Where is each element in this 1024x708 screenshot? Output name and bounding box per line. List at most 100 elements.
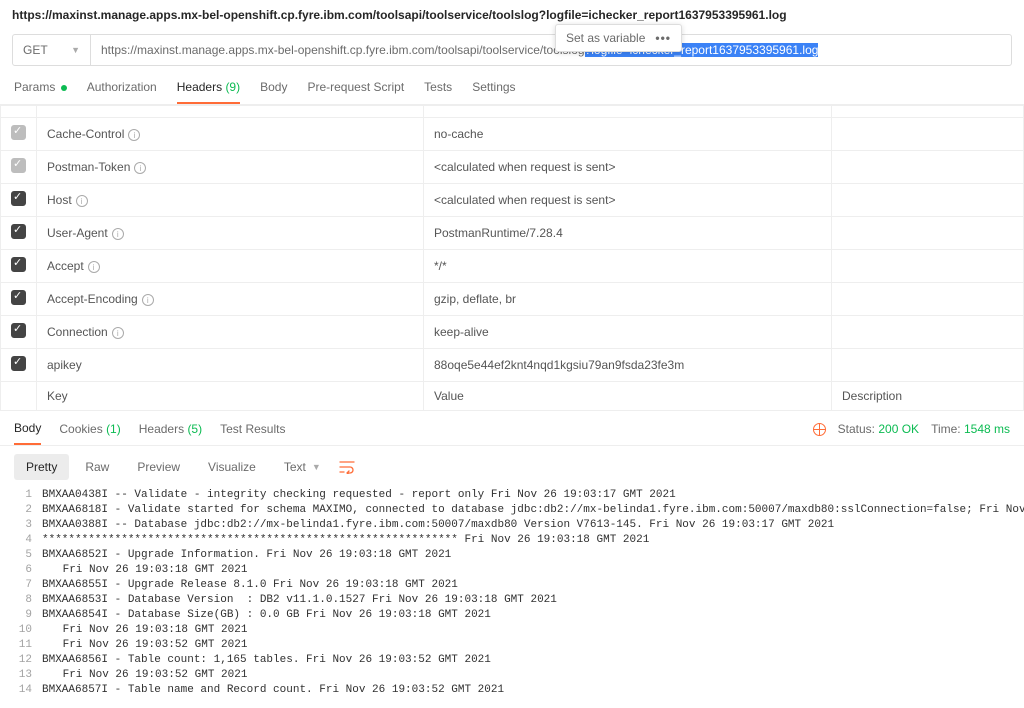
log-line: BMXAA0388I -- Database jdbc:db2://mx-bel… bbox=[42, 518, 1024, 533]
table-row: Postman-Tokeni<calculated when request i… bbox=[1, 151, 1024, 184]
response-tabs: Body Cookies (1) Headers (5) Test Result… bbox=[0, 411, 1024, 446]
tab-authorization[interactable]: Authorization bbox=[87, 80, 157, 104]
header-key-cell[interactable]: Postman-Tokeni bbox=[37, 151, 424, 184]
value-input[interactable]: Value bbox=[424, 382, 832, 411]
header-key-cell[interactable]: Accept-Encodingi bbox=[37, 283, 424, 316]
description-input[interactable]: Description bbox=[832, 382, 1024, 411]
header-desc-cell[interactable] bbox=[832, 250, 1024, 283]
checkbox[interactable] bbox=[11, 125, 26, 140]
header-value-cell[interactable]: keep-alive bbox=[424, 316, 832, 349]
header-key-cell[interactable]: Connectioni bbox=[37, 316, 424, 349]
header-desc-cell[interactable] bbox=[832, 349, 1024, 382]
table-row: Accept-Encodingigzip, deflate, br bbox=[1, 283, 1024, 316]
set-as-variable-link[interactable]: Set as variable bbox=[566, 31, 645, 45]
log-line: BMXAA6853I - Database Version : DB2 v11.… bbox=[42, 593, 1024, 608]
chevron-down-icon: ▼ bbox=[312, 462, 321, 472]
table-row: Cache-Controlino-cache bbox=[1, 118, 1024, 151]
checkbox[interactable] bbox=[11, 191, 26, 206]
checkbox[interactable] bbox=[11, 356, 26, 371]
headers-table: Cache-Controlino-cachePostman-Tokeni<cal… bbox=[0, 105, 1024, 411]
format-dropdown[interactable]: Text▼ bbox=[284, 460, 321, 474]
info-icon[interactable]: i bbox=[76, 195, 88, 207]
header-desc-cell[interactable] bbox=[832, 151, 1024, 184]
header-desc-cell[interactable] bbox=[832, 118, 1024, 151]
params-changed-dot-icon bbox=[61, 85, 67, 91]
log-line: BMXAA6854I - Database Size(GB) : 0.0 GB … bbox=[42, 608, 1024, 623]
tab-body[interactable]: Body bbox=[260, 80, 287, 104]
method-value: GET bbox=[23, 43, 48, 57]
tab-prerequest[interactable]: Pre-request Script bbox=[307, 80, 404, 104]
info-icon[interactable]: i bbox=[128, 129, 140, 141]
header-key-cell[interactable]: apikey bbox=[37, 349, 424, 382]
more-actions-icon[interactable]: ••• bbox=[655, 31, 671, 45]
header-key-cell[interactable]: User-Agenti bbox=[37, 217, 424, 250]
header-value-cell[interactable]: <calculated when request is sent> bbox=[424, 151, 832, 184]
view-preview[interactable]: Preview bbox=[125, 454, 192, 480]
resp-tab-testresults[interactable]: Test Results bbox=[220, 422, 285, 444]
header-desc-cell[interactable] bbox=[832, 184, 1024, 217]
log-line: Fri Nov 26 19:03:52 GMT 2021 bbox=[42, 668, 1024, 683]
log-line: BMXAA6852I - Upgrade Information. Fri No… bbox=[42, 548, 1024, 563]
log-line: Fri Nov 26 19:03:52 GMT 2021 bbox=[42, 638, 1024, 653]
log-line: ****************************************… bbox=[42, 533, 1024, 548]
checkbox[interactable] bbox=[11, 158, 26, 173]
tab-params[interactable]: Params bbox=[14, 80, 67, 104]
log-line: BMXAA6855I - Upgrade Release 8.1.0 Fri N… bbox=[42, 578, 1024, 593]
table-row-empty: KeyValueDescription bbox=[1, 382, 1024, 411]
tab-tests[interactable]: Tests bbox=[424, 80, 452, 104]
resp-tab-headers[interactable]: Headers (5) bbox=[139, 422, 202, 444]
page-url-label: https://maxinst.manage.apps.mx-bel-opens… bbox=[12, 8, 1012, 22]
header-value-cell[interactable]: */* bbox=[424, 250, 832, 283]
table-row: apikey88oqe5e44ef2knt4nqd1kgsiu79an9fsda… bbox=[1, 349, 1024, 382]
table-row: Accepti*/* bbox=[1, 250, 1024, 283]
resp-tab-cookies[interactable]: Cookies (1) bbox=[59, 422, 120, 444]
log-line: Fri Nov 26 19:03:18 GMT 2021 bbox=[42, 563, 1024, 578]
info-icon[interactable]: i bbox=[88, 261, 100, 273]
status-code: 200 OK bbox=[878, 422, 919, 436]
header-desc-cell[interactable] bbox=[832, 217, 1024, 250]
header-desc-cell[interactable] bbox=[832, 316, 1024, 349]
checkbox[interactable] bbox=[11, 323, 26, 338]
header-value-cell[interactable]: <calculated when request is sent> bbox=[424, 184, 832, 217]
info-icon[interactable]: i bbox=[134, 162, 146, 174]
checkbox[interactable] bbox=[11, 224, 26, 239]
header-desc-cell[interactable] bbox=[832, 283, 1024, 316]
request-tabs: Params Authorization Headers (9) Body Pr… bbox=[0, 70, 1024, 105]
info-icon[interactable]: i bbox=[112, 327, 124, 339]
key-input[interactable]: Key bbox=[37, 382, 424, 411]
method-dropdown[interactable]: GET ▼ bbox=[13, 35, 91, 65]
resp-tab-body[interactable]: Body bbox=[14, 421, 41, 445]
view-pretty[interactable]: Pretty bbox=[14, 454, 69, 480]
table-row: Connectionikeep-alive bbox=[1, 316, 1024, 349]
response-body[interactable]: 1234567891011121314 BMXAA0438I -- Valida… bbox=[0, 488, 1024, 708]
status-time: 1548 ms bbox=[964, 422, 1010, 436]
info-icon[interactable]: i bbox=[112, 228, 124, 240]
info-icon[interactable]: i bbox=[142, 294, 154, 306]
log-line: BMXAA0438I -- Validate - integrity check… bbox=[42, 488, 1024, 503]
log-line: BMXAA6856I - Table count: 1,165 tables. … bbox=[42, 653, 1024, 668]
log-line: Fri Nov 26 19:03:18 GMT 2021 bbox=[42, 623, 1024, 638]
request-url-input[interactable]: https://maxinst.manage.apps.mx-bel-opens… bbox=[91, 35, 1011, 65]
table-row: Hosti<calculated when request is sent> bbox=[1, 184, 1024, 217]
chevron-down-icon: ▼ bbox=[71, 45, 80, 55]
header-key-cell[interactable]: Cache-Controli bbox=[37, 118, 424, 151]
url-prefix: https://maxinst.manage.apps.mx-bel-opens… bbox=[101, 43, 585, 57]
table-row bbox=[1, 106, 1024, 118]
header-value-cell[interactable]: 88oqe5e44ef2knt4nqd1kgsiu79an9fsda23fe3m bbox=[424, 349, 832, 382]
response-view-row: Pretty Raw Preview Visualize Text▼ bbox=[0, 446, 1024, 488]
header-key-cell[interactable]: Hosti bbox=[37, 184, 424, 217]
checkbox[interactable] bbox=[11, 257, 26, 272]
wrap-lines-icon[interactable] bbox=[339, 460, 355, 474]
view-visualize[interactable]: Visualize bbox=[196, 454, 268, 480]
tab-settings[interactable]: Settings bbox=[472, 80, 515, 104]
header-value-cell[interactable]: gzip, deflate, br bbox=[424, 283, 832, 316]
tab-headers[interactable]: Headers (9) bbox=[177, 80, 240, 104]
view-raw[interactable]: Raw bbox=[73, 454, 121, 480]
title-row: https://maxinst.manage.apps.mx-bel-opens… bbox=[0, 0, 1024, 30]
header-key-cell[interactable]: Accepti bbox=[37, 250, 424, 283]
checkbox[interactable] bbox=[11, 290, 26, 305]
log-lines: BMXAA0438I -- Validate - integrity check… bbox=[42, 488, 1024, 698]
network-globe-icon[interactable] bbox=[813, 423, 826, 436]
header-value-cell[interactable]: PostmanRuntime/7.28.4 bbox=[424, 217, 832, 250]
header-value-cell[interactable]: no-cache bbox=[424, 118, 832, 151]
